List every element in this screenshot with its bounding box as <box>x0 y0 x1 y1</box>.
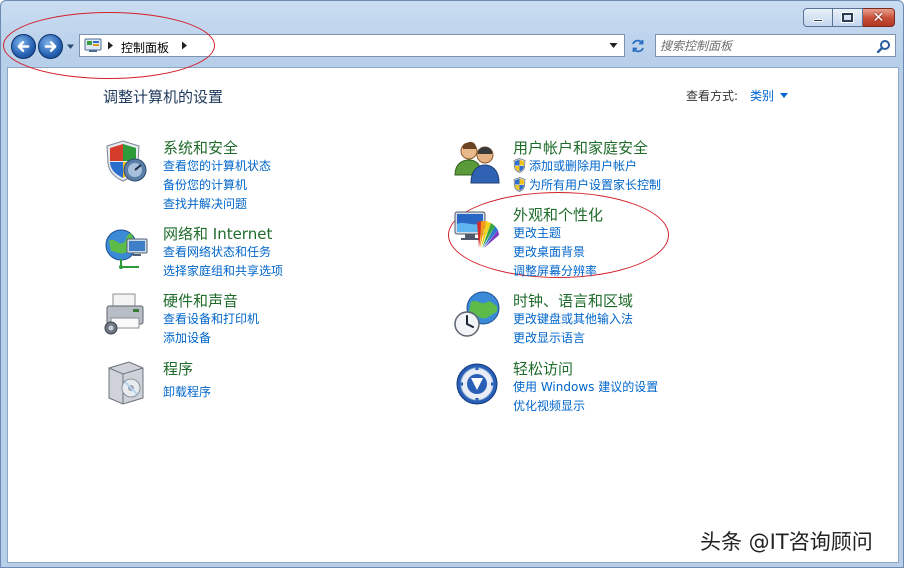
refresh-icon <box>632 39 644 52</box>
breadcrumb-separator-icon[interactable] <box>107 41 114 50</box>
breadcrumb-control-panel[interactable]: 控制面板 <box>121 39 169 56</box>
network-globe-icon[interactable] <box>103 223 151 271</box>
link-parental-controls[interactable]: 为所有用户设置家长控制 <box>513 176 661 193</box>
maximize-icon <box>842 13 853 22</box>
category-title[interactable]: 网络和 Internet <box>163 223 272 244</box>
view-by-label: 查看方式: <box>686 89 739 103</box>
search-box[interactable] <box>655 34 896 57</box>
category-user-accounts: 用户帐户和家庭安全 添加或删除用户帐户 为所有用户设置家长控制 <box>453 137 713 197</box>
personalization-monitor-icon[interactable] <box>453 204 501 252</box>
category-network-internet: 网络和 Internet 查看网络状态和任务 选择家庭组和共享选项 <box>103 223 363 283</box>
category-title[interactable]: 用户帐户和家庭安全 <box>513 137 648 158</box>
link-homegroup-sharing[interactable]: 选择家庭组和共享选项 <box>163 262 283 279</box>
search-input[interactable] <box>660 37 870 55</box>
category-title[interactable]: 轻松访问 <box>513 358 573 379</box>
link-view-computer-status[interactable]: 查看您的计算机状态 <box>163 157 271 174</box>
link-backup-computer[interactable]: 备份您的计算机 <box>163 176 247 193</box>
globe-clock-icon[interactable] <box>453 290 501 338</box>
minimize-icon <box>813 19 823 22</box>
recent-pages-dropdown[interactable] <box>66 42 75 51</box>
link-text[interactable]: 为所有用户设置家长控制 <box>529 178 661 192</box>
category-title[interactable]: 系统和安全 <box>163 137 238 158</box>
minimize-button[interactable] <box>803 8 833 27</box>
view-by-value[interactable]: 类别 <box>750 87 774 104</box>
link-change-desktop-background[interactable]: 更改桌面背景 <box>513 243 585 260</box>
maximize-button[interactable] <box>833 8 863 27</box>
caption-buttons: ✕ <box>803 8 895 27</box>
control-panel-icon <box>84 38 102 52</box>
link-view-network-status[interactable]: 查看网络状态和任务 <box>163 243 271 260</box>
chevron-down-icon <box>780 92 789 98</box>
arrow-left-icon <box>17 41 30 52</box>
link-uninstall-program[interactable]: 卸载程序 <box>163 383 211 400</box>
shield-icon[interactable] <box>103 137 151 185</box>
uac-shield-icon <box>513 158 526 173</box>
category-title[interactable]: 时钟、语言和区域 <box>513 290 633 311</box>
link-add-remove-accounts[interactable]: 添加或删除用户帐户 <box>513 157 637 174</box>
address-history-dropdown-icon[interactable] <box>609 42 618 49</box>
printer-icon[interactable] <box>103 290 151 338</box>
category-title[interactable]: 程序 <box>163 358 193 379</box>
link-change-theme[interactable]: 更改主题 <box>513 224 561 241</box>
address-bar[interactable]: 控制面板 <box>79 34 625 57</box>
ease-of-access-icon[interactable] <box>453 358 501 406</box>
link-add-device[interactable]: 添加设备 <box>163 329 211 346</box>
refresh-button[interactable] <box>627 35 649 56</box>
category-appearance-personalization: 外观和个性化 更改主题 更改桌面背景 调整屏幕分辨率 <box>453 204 713 279</box>
uac-shield-icon <box>513 177 526 192</box>
forward-button[interactable] <box>38 34 63 59</box>
arrow-right-icon <box>44 41 57 52</box>
category-programs: 程序 卸载程序 <box>103 358 363 408</box>
link-text[interactable]: 添加或删除用户帐户 <box>529 159 637 173</box>
category-title[interactable]: 硬件和声音 <box>163 290 238 311</box>
breadcrumb-separator-icon[interactable] <box>181 41 188 50</box>
link-devices-printers[interactable]: 查看设备和打印机 <box>163 310 259 327</box>
watermark: 头条 @IT咨询顾问 <box>700 530 873 554</box>
link-change-display-language[interactable]: 更改显示语言 <box>513 329 585 346</box>
close-icon: ✕ <box>872 9 885 26</box>
category-system-security: 系统和安全 查看您的计算机状态 备份您的计算机 查找并解决问题 <box>103 137 363 212</box>
users-icon[interactable] <box>453 137 501 185</box>
back-button[interactable] <box>11 34 36 59</box>
category-ease-of-access: 轻松访问 使用 Windows 建议的设置 优化视频显示 <box>453 358 713 418</box>
category-clock-language-region: 时钟、语言和区域 更改键盘或其他输入法 更改显示语言 <box>453 290 713 350</box>
view-by-dropdown[interactable]: 类别 <box>750 87 789 104</box>
link-find-fix-problems[interactable]: 查找并解决问题 <box>163 195 247 212</box>
link-adjust-resolution[interactable]: 调整屏幕分辨率 <box>513 262 597 279</box>
page-title: 调整计算机的设置 <box>103 88 224 106</box>
link-optimize-video-display[interactable]: 优化视频显示 <box>513 397 585 414</box>
programs-box-icon[interactable] <box>103 358 151 406</box>
close-button[interactable]: ✕ <box>863 8 895 27</box>
search-icon[interactable] <box>877 39 891 53</box>
link-change-keyboard-input[interactable]: 更改键盘或其他输入法 <box>513 310 633 327</box>
link-windows-suggested-settings[interactable]: 使用 Windows 建议的设置 <box>513 378 658 395</box>
category-title[interactable]: 外观和个性化 <box>513 204 603 225</box>
category-hardware-sound: 硬件和声音 查看设备和打印机 添加设备 <box>103 290 363 350</box>
